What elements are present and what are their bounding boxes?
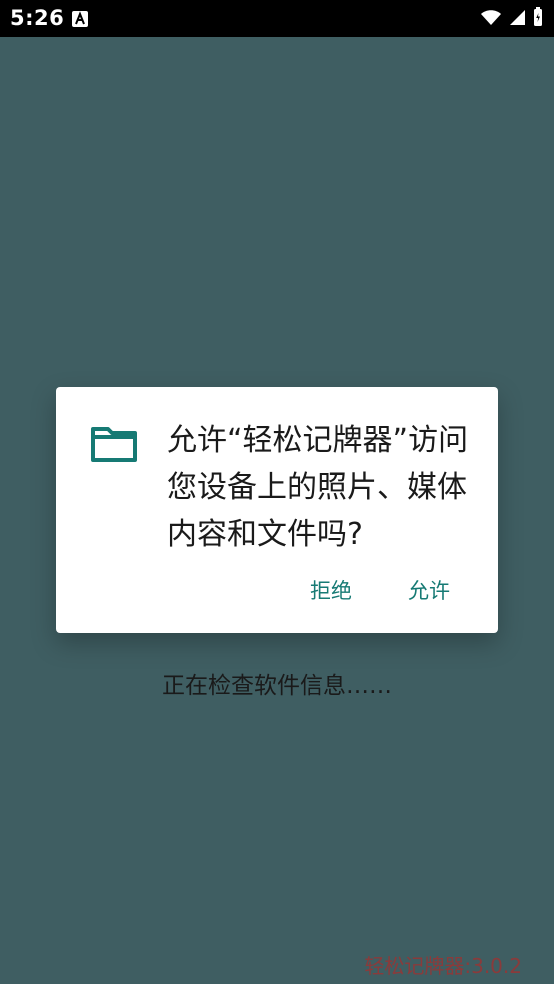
deny-button[interactable]: 拒绝 xyxy=(310,575,352,605)
status-icons xyxy=(480,7,544,27)
loading-text: 正在检查软件信息…… xyxy=(162,673,392,699)
version-text: 轻松记牌器:3.0.2 xyxy=(364,954,522,978)
wifi-icon xyxy=(481,10,501,25)
dialog-actions: 拒绝 允许 xyxy=(310,575,450,605)
allow-button[interactable]: 允许 xyxy=(408,575,450,605)
signal-icon xyxy=(510,10,525,25)
status-bar: 5:26 xyxy=(0,0,554,37)
battery-icon xyxy=(534,7,542,26)
permission-dialog: 允许“轻松记牌器”访问您设备上的照片、媒体内容和文件吗? 拒绝 允许 xyxy=(56,387,498,633)
dialog-message: 允许“轻松记牌器”访问您设备上的照片、媒体内容和文件吗? xyxy=(167,423,469,552)
status-time: 5:26 xyxy=(10,6,65,30)
folder-icon xyxy=(90,423,138,463)
a-icon xyxy=(72,11,88,27)
